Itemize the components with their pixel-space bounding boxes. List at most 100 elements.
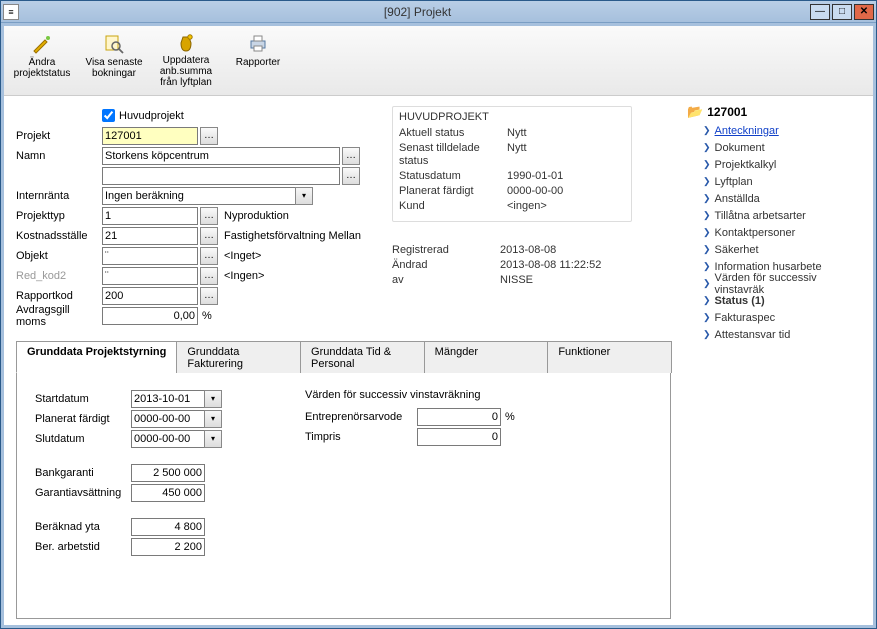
namn2-lookup-button[interactable]: … <box>342 167 360 185</box>
tab-grunddata-fakturering[interactable]: Grunddata Fakturering <box>176 341 301 373</box>
tree-item-1[interactable]: ❯ Dokument <box>687 139 869 156</box>
chevron-right-icon: ❯ <box>703 244 711 255</box>
bankgaranti-input[interactable] <box>131 464 205 482</box>
kostnadsstalle-input[interactable] <box>102 227 198 245</box>
tree-item-label: Anteckningar <box>715 125 779 137</box>
titlebar: ≡ [902] Projekt — □ ✕ <box>1 1 876 23</box>
status-panel: HUVUDPROJEKT Aktuell statusNytt Senast t… <box>392 106 632 222</box>
chevron-right-icon: ❯ <box>703 142 711 153</box>
change-projectstatus-button[interactable]: Ändra projektstatus <box>6 28 78 93</box>
entreprenorsarvode-input[interactable] <box>417 408 501 426</box>
tree-item-label: Status (1) <box>715 295 765 307</box>
projekttyp-lookup-button[interactable]: … <box>200 207 218 225</box>
chevron-right-icon: ❯ <box>703 159 711 170</box>
redkod2-desc: <Ingen> <box>224 270 264 282</box>
chevron-right-icon: ❯ <box>703 329 711 340</box>
meta-block: Registrerad2013-08-08 Ändrad2013-08-08 1… <box>392 244 632 287</box>
chevron-right-icon: ❯ <box>703 278 711 289</box>
tree-item-5[interactable]: ❯Tillåtna arbetsarter <box>687 207 869 224</box>
bankgaranti-label: Bankgaranti <box>35 467 131 479</box>
chevron-right-icon: ❯ <box>703 193 711 204</box>
tree-item-label: Attestansvar tid <box>715 329 791 341</box>
tree-item-4[interactable]: ❯Anställda <box>687 190 869 207</box>
tree-item-9[interactable]: ❯Värden för successiv vinstavräk <box>687 275 869 292</box>
wand-icon <box>28 33 56 55</box>
tree-item-3[interactable]: ❯Lyftplan <box>687 173 869 190</box>
avdragmoms-label: Avdragsgill moms <box>16 304 102 328</box>
folder-open-icon: 📂 <box>687 104 703 120</box>
rapportkod-input[interactable] <box>102 287 198 305</box>
namn-lookup-button[interactable]: … <box>342 147 360 165</box>
rapportkod-lookup-button[interactable]: … <box>200 287 218 305</box>
tree-item-label: Dokument <box>715 142 765 154</box>
tab-funktioner[interactable]: Funktioner <box>547 341 672 373</box>
startdatum-label: Startdatum <box>35 393 131 405</box>
chevron-right-icon: ❯ <box>703 125 711 136</box>
projekttyp-input[interactable] <box>102 207 198 225</box>
tab-grunddata-projektstyrning[interactable]: Grunddata Projektstyrning <box>16 341 177 373</box>
side-tree: 📂 127001 ❯ Anteckningar ❯ Dokument ❯Projektk… <box>683 96 873 625</box>
system-menu-icon[interactable]: ≡ <box>3 4 19 20</box>
close-button[interactable]: ✕ <box>854 4 874 20</box>
toolbar: Ändra projektstatus Visa senaste bokning… <box>4 26 873 96</box>
slutdatum-dropdown-button[interactable]: ▾ <box>204 430 222 448</box>
kostnadsstalle-lookup-button[interactable]: … <box>200 227 218 245</box>
tree-item-11[interactable]: ❯Fakturaspec <box>687 309 869 326</box>
projekttyp-desc: Nyproduktion <box>224 210 289 222</box>
tree-item-label: Säkerhet <box>715 244 759 256</box>
planeratfardigt-label: Planerat färdigt <box>35 413 131 425</box>
tree-item-7[interactable]: ❯ Säkerhet <box>687 241 869 258</box>
money-bag-icon <box>172 33 200 53</box>
internranta-select[interactable] <box>102 187 296 205</box>
internranta-dropdown-button[interactable]: ▾ <box>295 187 313 205</box>
objekt-label: Objekt <box>16 250 102 262</box>
chevron-right-icon: ❯ <box>703 227 711 238</box>
projekt-label: Projekt <box>16 130 102 142</box>
maximize-button[interactable]: □ <box>832 4 852 20</box>
garantiav-input[interactable] <box>131 484 205 502</box>
window-title: [902] Projekt <box>25 5 810 19</box>
garantiav-label: Garantiavsättning <box>35 487 131 499</box>
slutdatum-label: Slutdatum <box>35 433 131 445</box>
chevron-right-icon: ❯ <box>703 210 711 221</box>
app-window: ≡ [902] Projekt — □ ✕ Ändra projektstatu… <box>0 0 877 629</box>
projekt-input[interactable] <box>102 127 198 145</box>
slutdatum-input[interactable] <box>131 430 205 448</box>
update-sum-from-lyftplan-button[interactable]: Uppdatera anb.summa från lyftplan <box>150 28 222 93</box>
objekt-desc: <Inget> <box>224 250 261 262</box>
tree-item-6[interactable]: ❯Kontaktpersoner <box>687 224 869 241</box>
berarbetstid-input[interactable] <box>131 538 205 556</box>
reports-button[interactable]: Rapporter <box>222 28 294 93</box>
show-latest-bookings-button[interactable]: Visa senaste bokningar <box>78 28 150 93</box>
planeratfardigt-dropdown-button[interactable]: ▾ <box>204 410 222 428</box>
namn2-input[interactable] <box>102 167 340 185</box>
startdatum-dropdown-button[interactable]: ▾ <box>204 390 222 408</box>
avdragmoms-unit: % <box>202 310 212 322</box>
tab-mangder[interactable]: Mängder <box>424 341 549 373</box>
redkod2-lookup-button[interactable]: … <box>200 267 218 285</box>
namn-input[interactable] <box>102 147 340 165</box>
planeratfardigt-input[interactable] <box>131 410 205 428</box>
status-panel-header: HUVUDPROJEKT <box>399 111 625 123</box>
redkod2-input[interactable] <box>102 267 198 285</box>
tree-item-2[interactable]: ❯Projektkalkyl <box>687 156 869 173</box>
succ-vinstavrakning-header: Värden för successiv vinstavräkning <box>305 389 585 401</box>
timpris-input[interactable] <box>417 428 501 446</box>
tab-grunddata-tid-personal[interactable]: Grunddata Tid & Personal <box>300 341 425 373</box>
chevron-right-icon: ❯ <box>703 261 711 272</box>
huvudprojekt-checkbox[interactable] <box>102 109 115 122</box>
beraknadyta-input[interactable] <box>131 518 205 536</box>
rapportkod-label: Rapportkod <box>16 290 102 302</box>
startdatum-input[interactable] <box>131 390 205 408</box>
projekt-lookup-button[interactable]: … <box>200 127 218 145</box>
minimize-button[interactable]: — <box>810 4 830 20</box>
tree-root[interactable]: 📂 127001 <box>687 104 869 120</box>
timpris-label: Timpris <box>305 431 417 443</box>
tree-item-12[interactable]: ❯ Attestansvar tid <box>687 326 869 343</box>
tabs: Grunddata Projektstyrning Grunddata Fakt… <box>16 340 671 373</box>
tree-item-0[interactable]: ❯ Anteckningar <box>687 122 869 139</box>
avdragmoms-input[interactable] <box>102 307 198 325</box>
objekt-input[interactable] <box>102 247 198 265</box>
objekt-lookup-button[interactable]: … <box>200 247 218 265</box>
huvudprojekt-label: Huvudprojekt <box>119 110 184 122</box>
